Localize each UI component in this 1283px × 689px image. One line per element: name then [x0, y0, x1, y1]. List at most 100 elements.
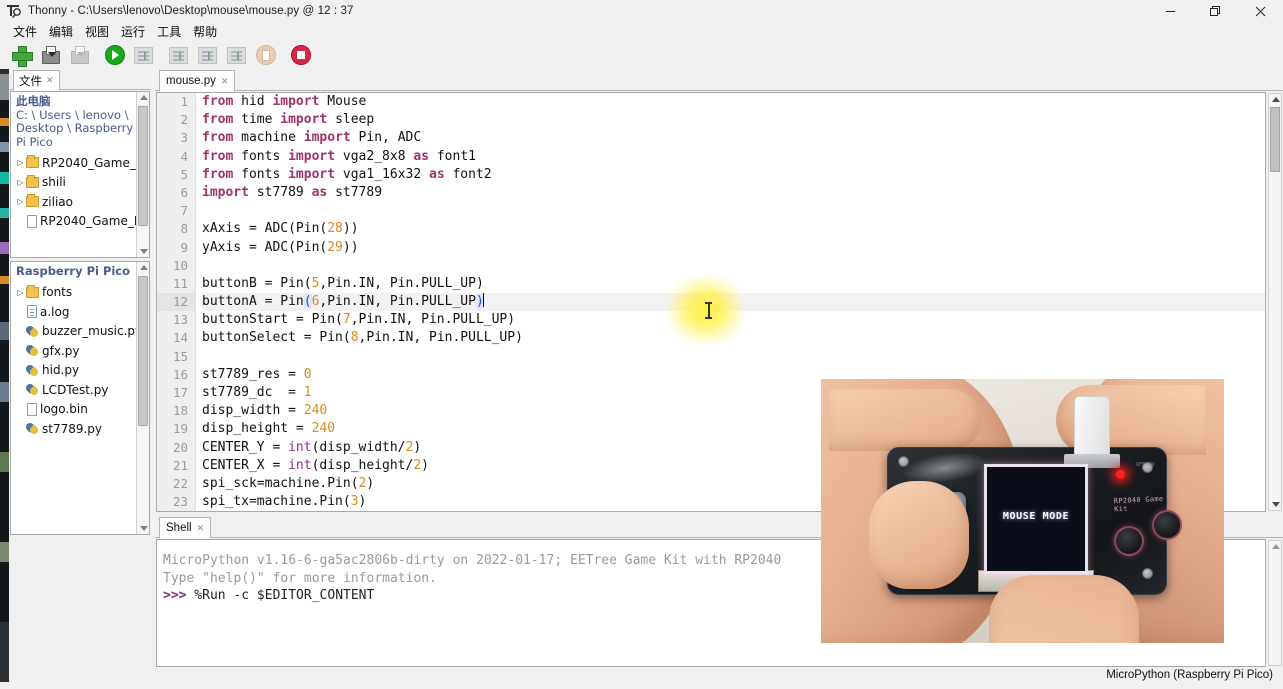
button-b — [1152, 510, 1182, 540]
title-bar: Thonny - C:\Users\lenovo\Desktop\mouse\m… — [0, 0, 1283, 22]
list-item-label: ziliao — [42, 194, 73, 209]
screw-icon — [898, 456, 909, 467]
code-line: from time import sleep — [202, 112, 375, 128]
line-number: 13 — [172, 312, 188, 328]
debug-button — [130, 42, 157, 68]
scroll-up-icon[interactable] — [1272, 544, 1280, 549]
file-icon — [27, 214, 37, 228]
list-item[interactable]: ▷ ziliao — [11, 192, 149, 212]
line-number: 18 — [172, 403, 188, 419]
open-file-button[interactable] — [37, 42, 64, 68]
list-item[interactable]: ▷ hid.py — [11, 361, 149, 381]
editor-scrollbar[interactable] — [1268, 93, 1282, 511]
this-computer-title: 此电脑 — [16, 94, 51, 108]
scrollbar-thumb[interactable] — [138, 106, 148, 226]
list-item[interactable]: ▷ a.log — [11, 302, 149, 322]
scroll-down-icon[interactable] — [140, 249, 148, 254]
log-file-icon — [27, 305, 37, 319]
status-bar: MicroPython (Raspberry Pi Pico) — [9, 667, 1283, 682]
scroll-down-icon[interactable] — [140, 526, 148, 531]
close-icon[interactable]: ✕ — [46, 75, 54, 86]
debug-icon — [134, 46, 153, 64]
list-item[interactable]: ▷ shili — [11, 173, 149, 193]
board-silkscreen-label: RP2040 Game Kit — [1113, 494, 1164, 514]
menu-view[interactable]: 视图 — [79, 22, 115, 41]
close-icon[interactable]: ✕ — [221, 76, 229, 87]
scroll-up-icon[interactable] — [140, 95, 148, 100]
interpreter-label[interactable]: MicroPython (Raspberry Pi Pico) — [1106, 669, 1273, 681]
screw-icon — [1142, 568, 1153, 579]
scroll-up-icon[interactable] — [1272, 97, 1280, 102]
line-number: 5 — [180, 166, 188, 182]
step-over-button — [165, 42, 192, 68]
code-line: from hid import Mouse — [202, 94, 367, 109]
python-file-icon — [26, 344, 39, 357]
menu-help[interactable]: 帮助 — [187, 22, 223, 41]
device-screen-text: MOUSE MODE — [1002, 511, 1070, 522]
run-button[interactable] — [101, 42, 128, 68]
list-item[interactable]: ▷ LCDTest.py — [11, 380, 149, 400]
text-cursor-icon — [705, 302, 712, 319]
step-into-button — [194, 42, 221, 68]
line-number: 14 — [172, 330, 188, 346]
tab-files-label: 文件 — [19, 73, 42, 88]
plus-icon — [12, 45, 33, 67]
list-item[interactable]: ▷ st7789.py — [11, 419, 149, 439]
list-item[interactable]: ▷ gfx.py — [11, 341, 149, 361]
line-number: 11 — [172, 275, 188, 291]
close-icon[interactable]: ✕ — [197, 523, 205, 534]
list-item[interactable]: ▷ RP2040_Game_Kit — [11, 153, 149, 173]
code-line: buttonStart = Pin(7,Pin.IN, Pin.PULL_UP) — [202, 312, 516, 328]
new-file-button[interactable] — [8, 42, 35, 68]
scrollbar-thumb[interactable] — [138, 276, 148, 426]
scroll-up-icon[interactable] — [140, 265, 148, 270]
minimize-button[interactable] — [1148, 0, 1193, 22]
code-line-current: buttonA = Pin(6,Pin.IN, Pin.PULL_UP) — [202, 293, 1265, 312]
menu-file[interactable]: 文件 — [7, 22, 43, 41]
list-item[interactable]: ▷ logo.bin — [11, 400, 149, 420]
close-button[interactable] — [1238, 0, 1283, 22]
tab-files[interactable]: 文件 ✕ — [13, 70, 60, 91]
shell-scrollbar[interactable] — [1268, 540, 1282, 666]
line-number: 17 — [172, 385, 188, 400]
folder-icon — [26, 284, 39, 298]
button-a — [1114, 526, 1144, 556]
menu-edit[interactable]: 编辑 — [43, 22, 79, 41]
tree-spacer: ▷ — [15, 346, 26, 355]
stop-icon — [290, 45, 311, 65]
list-item[interactable]: ▷ RP2040_Game_Kit — [11, 212, 149, 232]
sidebar-tabstrip: 文件 ✕ — [9, 69, 151, 91]
list-item[interactable]: ▷ buzzer_music.py — [11, 322, 149, 342]
chevron-right-icon[interactable]: ▷ — [15, 288, 26, 297]
line-number: 3 — [180, 130, 188, 146]
code-line: from fonts import vga1_16x32 as font2 — [202, 166, 492, 182]
scroll-down-icon[interactable] — [1272, 502, 1280, 507]
step-into-icon — [198, 46, 217, 64]
folder-icon — [26, 174, 39, 188]
play-icon — [104, 45, 125, 65]
chevron-right-icon[interactable]: ▷ — [15, 158, 26, 167]
menu-bar: 文件 编辑 视图 运行 工具 帮助 — [0, 22, 1283, 41]
line-number: 6 — [180, 184, 188, 200]
line-number: 22 — [172, 475, 188, 491]
stop-button[interactable] — [287, 42, 314, 68]
python-file-icon — [26, 364, 39, 377]
chevron-right-icon[interactable]: ▷ — [15, 178, 26, 187]
shell-prompt: >>> — [163, 588, 187, 603]
tab-shell[interactable]: Shell ✕ — [159, 517, 212, 539]
file-icon — [27, 402, 37, 416]
line-number: 8 — [180, 221, 188, 237]
menu-tools[interactable]: 工具 — [151, 22, 187, 41]
this-computer-scrollbar[interactable] — [136, 92, 149, 257]
chevron-right-icon[interactable]: ▷ — [15, 197, 26, 206]
scrollbar-thumb[interactable] — [1270, 107, 1280, 172]
list-item-label: a.log — [40, 304, 70, 319]
tree-spacer: ▷ — [15, 327, 26, 336]
python-file-icon — [26, 383, 39, 396]
tab-mouse-py[interactable]: mouse.py ✕ — [159, 70, 236, 92]
device-scrollbar[interactable] — [136, 262, 149, 534]
menu-run[interactable]: 运行 — [115, 22, 151, 41]
list-item[interactable]: ▷ fonts — [11, 283, 149, 303]
maximize-restore-button[interactable] — [1193, 0, 1238, 22]
save-file-button — [66, 42, 93, 68]
